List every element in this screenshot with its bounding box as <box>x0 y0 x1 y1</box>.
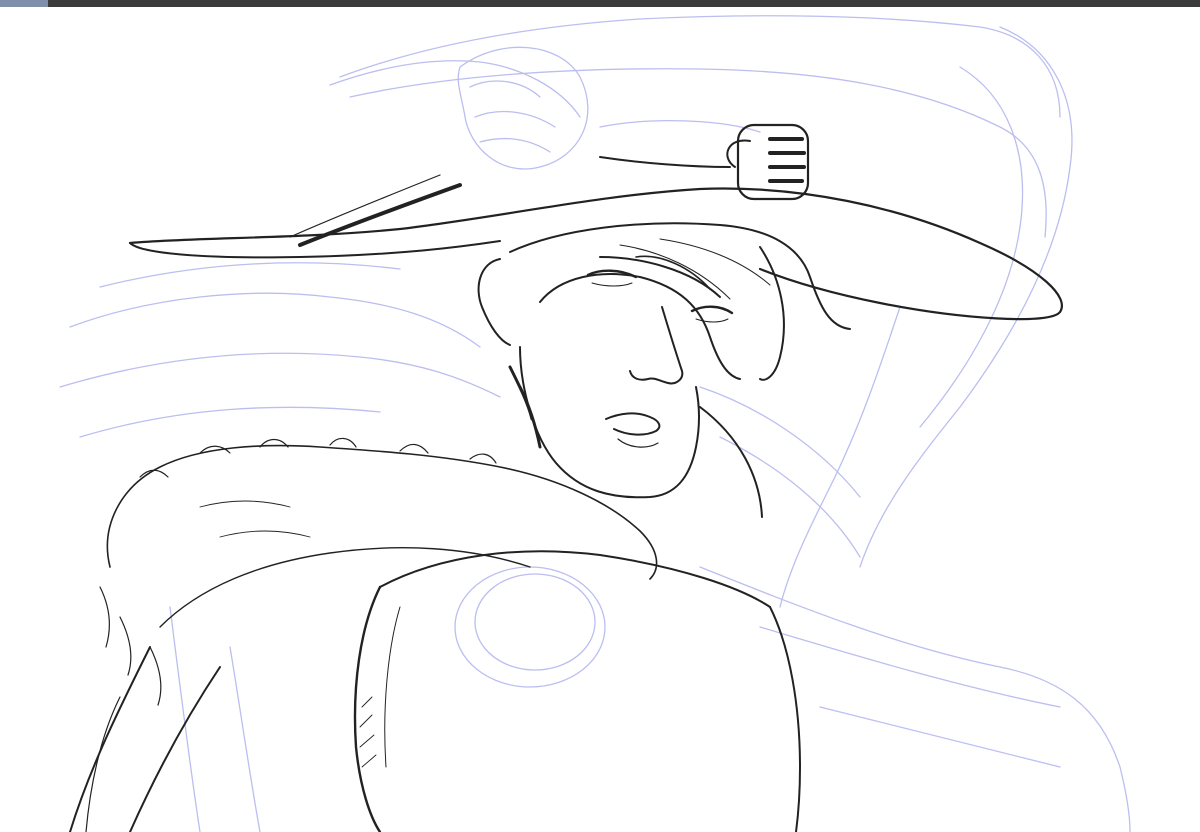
title-bar <box>0 0 1200 7</box>
neck <box>699 406 763 518</box>
sketch-hand <box>469 80 556 153</box>
sketch-shoulder-stroke <box>919 66 1024 428</box>
sketch-torso-stroke <box>759 626 1061 708</box>
sketch-arm-stroke <box>349 68 1047 238</box>
coat-edge <box>129 666 221 832</box>
mouth <box>605 412 661 436</box>
hat-brim-underside <box>129 240 501 259</box>
shoulder-armor-right <box>769 606 801 832</box>
lineart-layer <box>69 123 1063 832</box>
shoulder-armor-inner <box>384 606 401 768</box>
sketch-hair-stroke <box>59 352 501 398</box>
left-eye-lower <box>591 282 633 287</box>
fur-collar <box>106 444 658 580</box>
hat-buckle <box>736 123 810 201</box>
sketch-hair-stroke <box>99 262 401 288</box>
cheek-scar <box>508 365 542 449</box>
hat-band <box>599 156 731 168</box>
sketch-torso-stroke <box>229 646 261 832</box>
hat-brim-slash <box>298 183 462 247</box>
sketch-torso-stroke <box>819 706 1061 768</box>
hat-brim <box>128 187 1063 321</box>
sketch-arm-stroke <box>329 60 581 118</box>
drawing-canvas[interactable] <box>0 7 1200 832</box>
coat-edge <box>69 646 151 832</box>
sketch-guide-stroke <box>699 386 861 498</box>
sketch-shoulder-circle <box>454 566 606 688</box>
sketch-hand <box>457 46 589 170</box>
fur-tuft <box>199 500 311 538</box>
shoulder-armor <box>353 585 382 832</box>
sketch-guide-stroke <box>719 436 861 558</box>
sketch-guide-stroke <box>599 120 761 133</box>
sketch-shoulder-circle <box>474 573 596 671</box>
shoulder-hatching <box>359 696 377 768</box>
sketch-hair-stroke <box>79 406 381 438</box>
sketch-torso-stroke <box>169 606 201 832</box>
sketch-shoulder-stroke <box>779 306 901 608</box>
sketch-hair-stroke <box>69 292 481 348</box>
nose <box>629 306 684 385</box>
right-eye-lower <box>695 318 729 323</box>
sketch-arm-stroke <box>339 15 1061 118</box>
hair-lock <box>599 256 721 298</box>
drawing-app-window <box>0 0 1200 832</box>
sketch-shoulder-stroke <box>859 26 1073 568</box>
ear <box>477 258 511 346</box>
hair-lock <box>759 246 785 381</box>
artwork-canvas-icon[interactable] <box>0 7 1200 832</box>
active-document-tab[interactable] <box>0 0 48 7</box>
sketch-layer <box>59 15 1131 832</box>
hair-fringe <box>509 222 851 330</box>
hat-buckle-stripes <box>768 137 806 183</box>
sketch-torso-stroke <box>699 566 1131 832</box>
lower-lip <box>617 438 659 448</box>
face-outline <box>519 346 700 499</box>
